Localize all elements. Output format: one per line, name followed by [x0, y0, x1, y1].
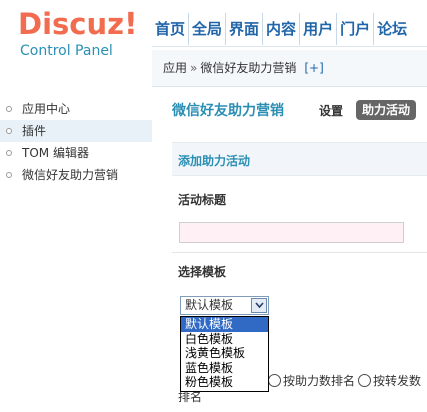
activity-title-label: 活动标题	[178, 193, 227, 207]
tab-settings[interactable]: 设置	[319, 103, 343, 119]
breadcrumb-root[interactable]: 应用	[163, 61, 187, 75]
breadcrumb: 应用» 微信好友助力营销 [+]	[152, 50, 427, 87]
topnav-users[interactable]: 用户	[300, 13, 338, 45]
divider	[172, 252, 427, 253]
sort-radio-group: 按助力数排名 按转发数	[268, 372, 424, 388]
topnav-portal[interactable]: 门户	[337, 13, 375, 45]
logo-title: Discuz!	[18, 7, 138, 42]
topnav-home[interactable]: 首页	[155, 13, 190, 45]
dropdown-option[interactable]: 默认模板	[181, 317, 268, 332]
header-divider	[152, 46, 427, 47]
sidebar-list: 应用中心 插件 TOM 编辑器 微信好友助力营销	[0, 98, 152, 186]
radio-button[interactable]	[358, 373, 372, 387]
tab-boost-activity[interactable]: 助力活动	[356, 100, 417, 120]
topnav-global[interactable]: 全局	[189, 13, 227, 45]
radio-button[interactable]	[268, 373, 281, 387]
header: Discuz! Control Panel 首页 全局 界面 内容 用户 门户 …	[0, 0, 427, 94]
page-title: 微信好友助力营销	[172, 103, 284, 119]
main-content: 微信好友助力营销 设置 助力活动 添加助力活动 活动标题 选择模板 默认模板 按…	[152, 94, 427, 412]
dropdown-option[interactable]: 白色模板	[181, 332, 268, 347]
top-navigation: 首页 全局 界面 内容 用户 门户 论坛	[155, 13, 410, 45]
template-select-value: 默认模板	[185, 298, 234, 312]
breadcrumb-current: 微信好友助力营销	[200, 61, 297, 75]
topnav-forum[interactable]: 论坛	[374, 13, 410, 45]
dropdown-option[interactable]: 粉色模板	[181, 375, 268, 390]
sidebar-item-label: 插件	[22, 124, 47, 138]
sidebar-item-tom-editor[interactable]: TOM 编辑器	[0, 142, 152, 164]
sidebar-item-label: 应用中心	[22, 102, 71, 116]
topnav-interface[interactable]: 界面	[226, 13, 264, 45]
activity-title-input[interactable]	[179, 222, 404, 243]
sidebar-item-label: 微信好友助力营销	[22, 168, 119, 182]
sidebar-item-wechat-boost[interactable]: 微信好友助力营销	[0, 164, 152, 186]
sidebar-item-app-center[interactable]: 应用中心	[0, 98, 152, 120]
chevron-down-icon[interactable]	[251, 298, 267, 313]
sort-option-label: 按助力数排名	[283, 373, 356, 388]
sort-option-forward[interactable]: 按转发数	[358, 372, 424, 389]
bullet-icon	[6, 150, 12, 156]
template-label: 选择模板	[178, 265, 227, 279]
template-select[interactable]: 默认模板	[180, 296, 269, 315]
bullet-icon	[6, 128, 12, 134]
dropdown-option[interactable]: 浅黄色模板	[181, 346, 268, 361]
sort-option-label: 按转发数	[373, 373, 422, 388]
sidebar-item-plugins[interactable]: 插件	[0, 120, 152, 142]
sidebar: 应用中心 插件 TOM 编辑器 微信好友助力营销	[0, 94, 152, 412]
sidebar-item-label: TOM 编辑器	[22, 146, 89, 160]
dropdown-option[interactable]: 蓝色模板	[181, 361, 268, 376]
sort-option-boost[interactable]: 按助力数排名	[268, 372, 358, 389]
breadcrumb-separator: »	[190, 61, 198, 75]
bullet-icon	[6, 172, 12, 178]
topnav-content[interactable]: 内容	[263, 13, 301, 45]
section-title: 添加助力活动	[178, 154, 251, 168]
breadcrumb-add-button[interactable]: [+]	[304, 61, 323, 75]
bullet-icon	[6, 106, 12, 112]
logo-subtitle: Control Panel	[20, 43, 113, 59]
section-header: 添加助力活动	[172, 142, 427, 176]
discuz-logo[interactable]: Discuz! Control Panel	[18, 6, 142, 64]
template-dropdown-list: 默认模板 白色模板 浅黄色模板 蓝色模板 粉色模板	[180, 316, 269, 392]
